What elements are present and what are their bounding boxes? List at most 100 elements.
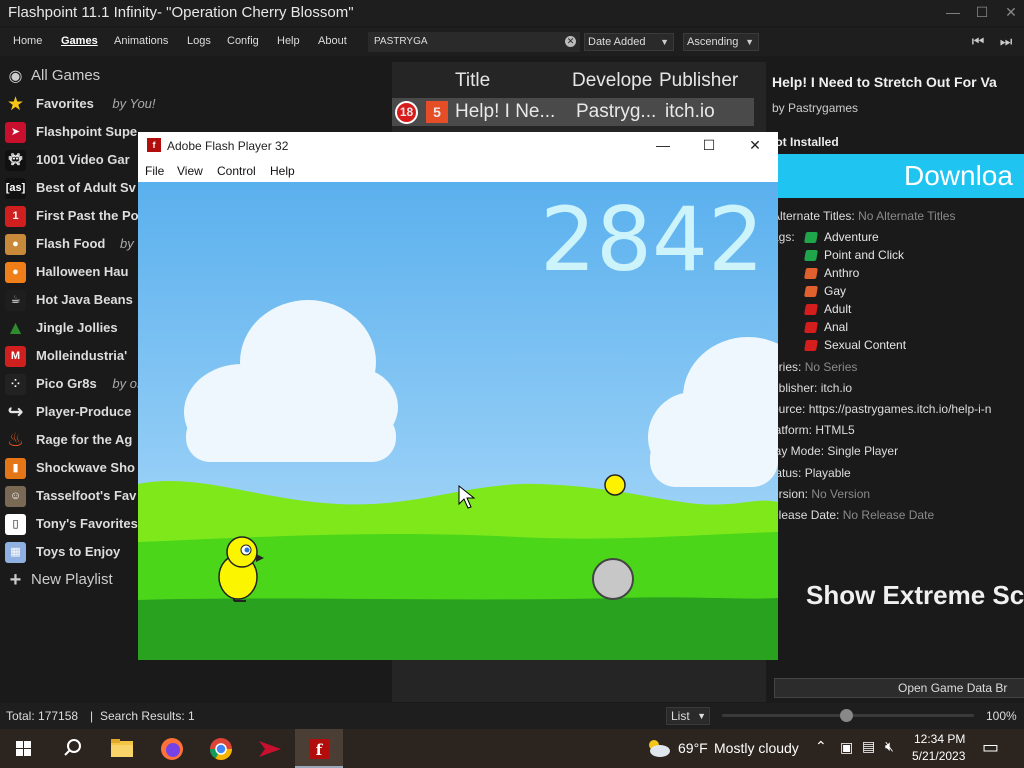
star-icon: ★	[6, 94, 25, 115]
pixel-dots-icon: ⁘	[5, 374, 26, 395]
flash-player-taskbar-icon[interactable]: f	[295, 729, 343, 768]
maximize-icon[interactable]: ☐	[967, 0, 997, 26]
show-extreme-button[interactable]: Show Extreme Sc	[806, 580, 1024, 611]
weather-temp[interactable]: 69°F	[678, 740, 708, 756]
series-row: eries: No Series	[772, 360, 857, 374]
tag-label: Anal	[824, 320, 849, 334]
sidebar-item-label: Flash Food	[36, 236, 106, 251]
chevron-up-icon[interactable]: ⌃	[815, 738, 827, 755]
network-icon[interactable]: ▤	[862, 738, 875, 755]
file-explorer-icon[interactable]	[98, 729, 146, 768]
menu-games[interactable]: Games	[61, 35, 98, 47]
flash-close-icon[interactable]: ✕	[732, 132, 778, 160]
flash-menu-view[interactable]: View	[177, 164, 203, 178]
table-row[interactable]: 18 5 Help! I Ne... Pastryg... itch.io	[392, 98, 754, 126]
x-circle-icon[interactable]: ✕	[565, 36, 576, 47]
sidebar-item-label: Halloween Hau	[36, 264, 129, 279]
search-input[interactable]: PASTRYGA ✕	[368, 32, 580, 52]
menu-about[interactable]: About	[318, 35, 347, 47]
zoom-slider[interactable]	[722, 709, 974, 722]
sidebar-item-playlist[interactable]: ★ Favorites by You!	[0, 90, 392, 118]
menu-home[interactable]: Home	[13, 35, 42, 47]
search-value: PASTRYGA	[374, 36, 428, 47]
source-value[interactable]: https://pastrygames.itch.io/help-i-n	[809, 402, 992, 416]
alternate-titles-row: Alternate Titles: No Alternate Titles	[772, 209, 955, 223]
flash-menubar: File View Control Help	[138, 160, 778, 182]
flash-menu-file[interactable]: File	[145, 164, 164, 178]
sidebar-item-label: Hot Java Beans	[36, 292, 133, 307]
source-row: ource: https://pastrygames.itch.io/help-…	[772, 402, 991, 416]
sidebar-item-label: Rage for the Ag	[36, 432, 133, 447]
start-button[interactable]	[0, 729, 48, 768]
prev-page-icon[interactable]: ⏮	[967, 30, 989, 52]
tag-item[interactable]: Anthro	[804, 266, 859, 280]
chevron-down-icon: ▼	[745, 37, 754, 47]
column-developer[interactable]: Develope	[572, 70, 657, 92]
weather-cloud-icon[interactable]	[645, 737, 671, 759]
sidebar-item-label: Molleindustria'	[36, 348, 128, 363]
number-one-icon: 1	[5, 206, 26, 227]
tag-icon	[804, 268, 818, 279]
close-icon[interactable]: ✕	[996, 0, 1024, 26]
flash-menu-control[interactable]: Control	[217, 164, 256, 178]
minimize-icon[interactable]: —	[938, 0, 968, 26]
menu-animations[interactable]: Animations	[114, 35, 168, 47]
flashpoint-taskbar-icon[interactable]	[246, 729, 294, 768]
sort-order-select[interactable]: Ascending ▼	[683, 33, 759, 51]
view-mode-value: List	[671, 709, 690, 723]
tag-icon	[804, 250, 818, 261]
search-icon[interactable]	[48, 729, 96, 768]
tag-item[interactable]: Gay	[804, 284, 846, 298]
flash-maximize-icon[interactable]: ☐	[686, 132, 732, 160]
playmode-label: lay Mode:	[772, 444, 825, 458]
game-scene[interactable]: 2842	[138, 182, 778, 660]
status-row: tatus: Playable	[772, 466, 851, 480]
clock-date[interactable]: 5/21/2023	[912, 749, 965, 763]
total-count: Total: 177158	[6, 709, 79, 723]
screen: { "window": {"title": "Flashpoint 11.1 I…	[0, 0, 1024, 768]
zoom-slider-handle[interactable]	[840, 709, 853, 722]
flash-minimize-icon[interactable]: —	[640, 132, 686, 160]
age-rating-badge: 18	[395, 101, 418, 124]
view-mode-select[interactable]: List ▼	[666, 707, 710, 725]
status-separator: |	[90, 709, 94, 723]
tag-icon	[804, 304, 818, 315]
menu-help[interactable]: Help	[277, 35, 300, 47]
speaker-muted-icon[interactable]: 🔇︎	[885, 738, 894, 755]
tag-item[interactable]: Point and Click	[804, 248, 904, 262]
pumpkin-icon: ●	[5, 262, 26, 283]
menu-logs[interactable]: Logs	[187, 35, 211, 47]
sort-field-value: Date Added	[588, 36, 646, 48]
menu-config[interactable]: Config	[227, 35, 259, 47]
firefox-icon[interactable]	[148, 729, 196, 768]
tag-item[interactable]: Sexual Content	[804, 338, 906, 352]
zoom-level: 100%	[986, 709, 1017, 723]
all-games-item[interactable]: ◉ All Games	[0, 62, 392, 90]
coin	[604, 474, 626, 496]
new-playlist-label: New Playlist	[31, 571, 113, 588]
game-stage[interactable]: 2842	[138, 182, 778, 660]
chrome-icon[interactable]	[197, 729, 245, 768]
tag-item[interactable]: Anal	[804, 320, 849, 334]
tray-app-icon[interactable]: ▣	[840, 739, 853, 756]
flash-menu-help[interactable]: Help	[270, 164, 295, 178]
column-title[interactable]: Title	[455, 70, 490, 92]
game-publisher-cell: itch.io	[665, 101, 715, 122]
tag-item[interactable]: Adventure	[804, 230, 879, 244]
tag-item[interactable]: Adult	[804, 302, 851, 316]
weather-description[interactable]: Mostly cloudy	[714, 740, 799, 756]
eye-icon: ◉	[8, 68, 23, 85]
release-label: elease Date:	[772, 508, 840, 522]
download-button[interactable]: Downloa	[776, 154, 1024, 198]
version-row: ersion: No Version	[772, 487, 870, 501]
sort-field-select[interactable]: Date Added ▼	[584, 33, 674, 51]
all-games-label: All Games	[31, 67, 101, 84]
publisher-label: ublisher:	[772, 381, 818, 395]
flash-window-title: Adobe Flash Player 32	[167, 139, 289, 153]
status-value: Playable	[804, 466, 851, 480]
notification-icon[interactable]: ▭	[982, 737, 999, 758]
column-publisher[interactable]: Publisher	[659, 70, 744, 92]
open-game-data-button[interactable]: Open Game Data Br	[774, 678, 1024, 698]
next-page-icon[interactable]: ⏭	[995, 30, 1017, 52]
clock-time[interactable]: 12:34 PM	[914, 732, 965, 746]
